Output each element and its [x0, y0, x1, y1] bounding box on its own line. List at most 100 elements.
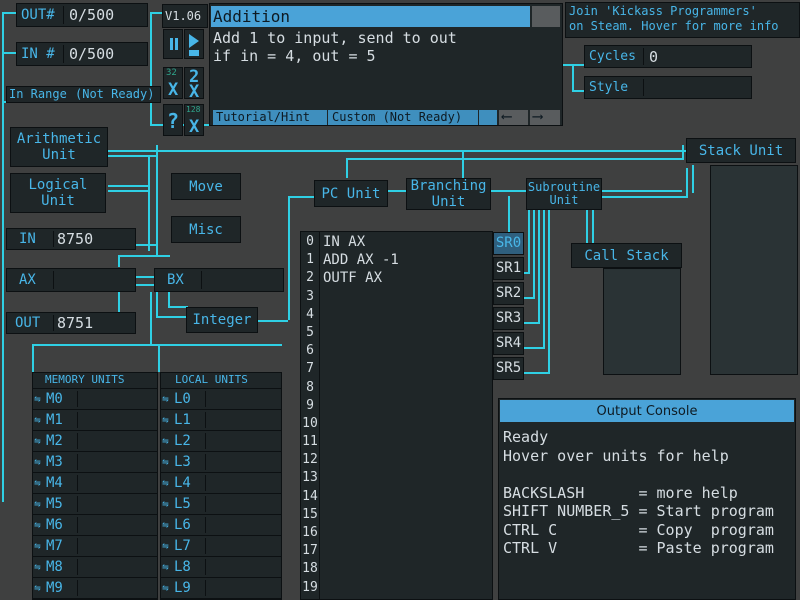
program-editor[interactable]: 0 IN AX 1 ADD AX -1 2 OUTF AX 3 4 5 6 7 8 9 10 11 12 13 1… — [300, 231, 493, 600]
code-line[interactable]: 9 — [301, 397, 492, 415]
code-line[interactable]: 18 — [301, 560, 492, 578]
task-title: Addition — [211, 6, 530, 27]
code-lines: 0 IN AX 1 ADD AX -1 2 OUTF AX 3 4 5 6 7 8 9 10 11 12 13 1… — [301, 233, 492, 597]
next-task-button[interactable]: ⟶ — [530, 107, 560, 125]
code-line[interactable]: 2 OUTF AX — [301, 269, 492, 287]
call-stack-unit[interactable]: Call Stack — [571, 243, 682, 268]
subroutine-sr0-button[interactable]: SR0 — [493, 232, 524, 255]
local-unit-row[interactable]: ⇋ L4 — [161, 473, 281, 494]
memory-unit-label: M5 — [46, 496, 63, 512]
line-number: 17 — [302, 543, 318, 559]
tab-tutorial[interactable]: Tutorial/Hint — [213, 110, 327, 125]
help-button[interactable]: ? — [163, 104, 183, 136]
local-unit-row[interactable]: ⇋ L6 — [161, 515, 281, 536]
memory-unit-label: M4 — [46, 475, 63, 491]
arrows-icon: ⇋ — [162, 497, 169, 510]
line-number: 0 — [306, 234, 314, 249]
local-unit-row[interactable]: ⇋ L2 — [161, 431, 281, 452]
line-number: 6 — [306, 343, 314, 359]
code-line[interactable]: 3 — [301, 288, 492, 306]
memory-unit-row[interactable]: ⇋ M0 — [33, 389, 157, 410]
branching-unit[interactable]: Branching Unit — [406, 178, 491, 210]
subroutine-sr5-button[interactable]: SR5 — [493, 357, 524, 380]
arrow-right-icon: ⟶ — [533, 107, 543, 125]
code-line[interactable]: 5 — [301, 324, 492, 342]
version-text: V1.06 — [165, 9, 202, 23]
code-line[interactable]: 8 — [301, 379, 492, 397]
local-unit-row[interactable]: ⇋ L5 — [161, 494, 281, 515]
subroutine-sr2-button[interactable]: SR2 — [493, 282, 524, 305]
local-unit-row[interactable]: ⇋ L7 — [161, 536, 281, 557]
local-unit-label: L9 — [174, 580, 191, 596]
memory-unit-row[interactable]: ⇋ M3 — [33, 452, 157, 473]
tab-custom[interactable]: Custom (Not Ready) — [328, 110, 478, 125]
stack-unit[interactable]: Stack Unit — [686, 138, 796, 163]
step-icon — [189, 34, 199, 48]
subroutine-sr3-button[interactable]: SR3 — [493, 307, 524, 330]
step-button[interactable] — [184, 29, 204, 59]
memory-unit-label: M8 — [46, 559, 63, 575]
bx-register-label: BX — [167, 272, 184, 288]
pc-unit[interactable]: PC Unit — [314, 180, 388, 207]
arrows-icon: ⇋ — [34, 455, 41, 468]
arithmetic-unit[interactable]: Arithmetic Unit — [10, 127, 108, 167]
subroutine-unit[interactable]: Subroutine Unit — [526, 178, 602, 210]
out-register[interactable]: OUT 8751 — [6, 312, 136, 334]
code-line[interactable]: 0 IN AX — [301, 233, 492, 251]
local-unit-row[interactable]: ⇋ L1 — [161, 410, 281, 431]
code-line[interactable]: 11 — [301, 433, 492, 451]
pause-button[interactable] — [163, 29, 183, 59]
memory-units-panel: MEMORY UNITS ⇋ M0 ⇋ M1 ⇋ M2 ⇋ M3 ⇋ M4 ⇋ M5 ⇋ M6 ⇋ M7 ⇋ M8… — [32, 372, 158, 600]
ax-register[interactable]: AX — [6, 268, 136, 292]
code-line[interactable]: 16 — [301, 524, 492, 542]
code-line[interactable]: 7 — [301, 360, 492, 378]
console-line: CTRL C = Copy program — [503, 520, 774, 539]
code-line[interactable]: 13 — [301, 469, 492, 487]
memory-unit-row[interactable]: ⇋ M5 — [33, 494, 157, 515]
code-line[interactable]: 17 — [301, 542, 492, 560]
code-line[interactable]: 10 — [301, 415, 492, 433]
integer-unit[interactable]: Integer — [186, 307, 258, 333]
speed-32x-button[interactable]: 32 X — [163, 67, 183, 100]
task-title-box-right — [532, 6, 560, 27]
code-line[interactable]: 15 — [301, 506, 492, 524]
memory-unit-row[interactable]: ⇋ M7 — [33, 536, 157, 557]
subroutine-sr4-button[interactable]: SR4 — [493, 332, 524, 355]
speed-128x-button[interactable]: 128 X — [184, 104, 204, 137]
memory-units-header: MEMORY UNITS — [33, 373, 157, 389]
memory-unit-row[interactable]: ⇋ M6 — [33, 515, 157, 536]
code-line[interactable]: 19 — [301, 579, 492, 597]
bx-register[interactable]: BX — [154, 268, 284, 292]
memory-unit-row[interactable]: ⇋ M9 — [33, 578, 157, 599]
code-line[interactable]: 12 — [301, 451, 492, 469]
memory-unit-row[interactable]: ⇋ M1 — [33, 410, 157, 431]
logical-unit[interactable]: Logical Unit — [10, 173, 106, 213]
code-line[interactable]: 4 — [301, 306, 492, 324]
version-badge: V1.06 — [162, 4, 208, 28]
misc-unit[interactable]: Misc — [171, 216, 241, 243]
local-unit-row[interactable]: ⇋ L9 — [161, 578, 281, 599]
local-unit-row[interactable]: ⇋ L0 — [161, 389, 281, 410]
arrows-icon: ⇋ — [162, 518, 169, 531]
in-register[interactable]: IN 8750 — [6, 228, 136, 250]
code-text: IN AX — [323, 234, 366, 250]
local-unit-row[interactable]: ⇋ L8 — [161, 557, 281, 578]
steam-notice[interactable]: Join 'Kickass Programmers' on Steam. Hov… — [565, 2, 800, 38]
code-line[interactable]: 1 ADD AX -1 — [301, 251, 492, 269]
line-number: 19 — [302, 579, 318, 595]
code-line[interactable]: 14 — [301, 488, 492, 506]
in-count-label: IN # — [21, 46, 55, 62]
memory-unit-row[interactable]: ⇋ M2 — [33, 431, 157, 452]
speed-2x-button[interactable]: 2 X — [184, 67, 204, 102]
console-line: BACKSLASH = more help — [503, 483, 738, 502]
subroutine-sr1-button[interactable]: SR1 — [493, 257, 524, 280]
line-number: 4 — [306, 306, 314, 322]
local-unit-row[interactable]: ⇋ L3 — [161, 452, 281, 473]
memory-unit-row[interactable]: ⇋ M4 — [33, 473, 157, 494]
code-line[interactable]: 6 — [301, 342, 492, 360]
prev-task-button[interactable]: ⟵ — [499, 107, 528, 125]
memory-unit-row[interactable]: ⇋ M8 — [33, 557, 157, 578]
tab-indicator[interactable] — [479, 110, 497, 125]
code-text: OUTF AX — [323, 270, 383, 287]
move-unit[interactable]: Move — [171, 173, 241, 200]
